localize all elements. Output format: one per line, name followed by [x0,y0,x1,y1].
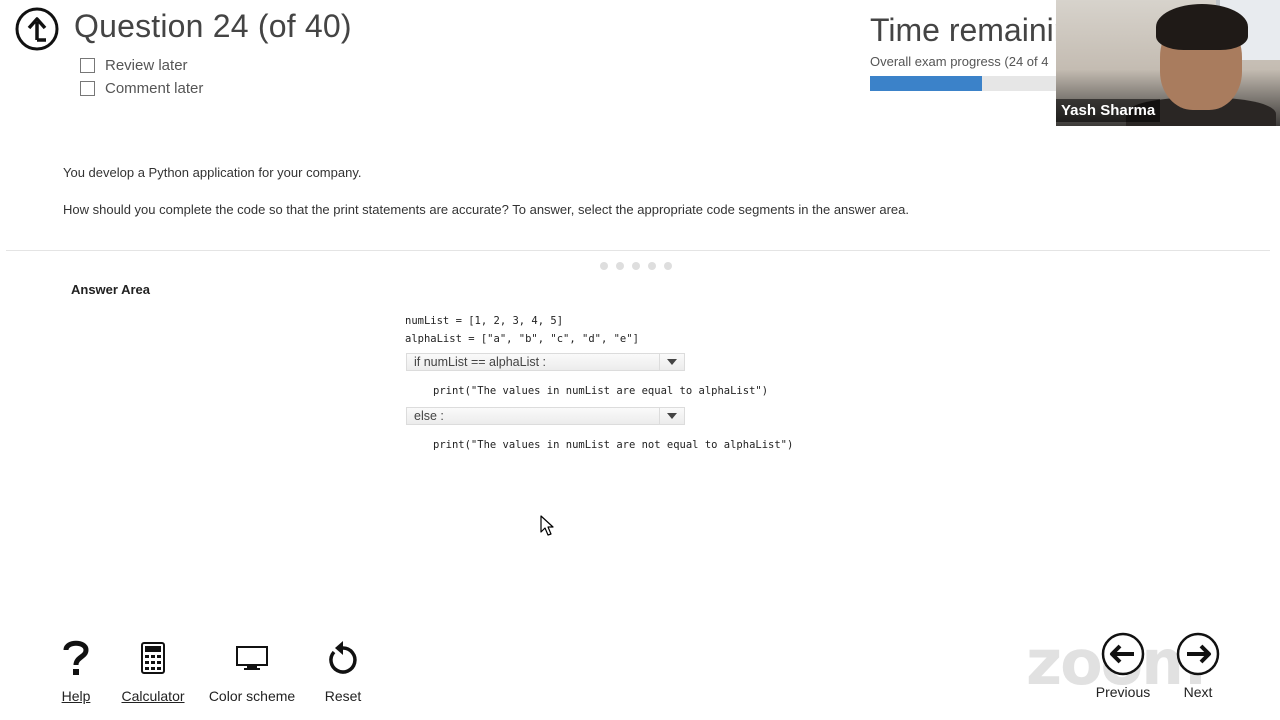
review-later-box[interactable] [80,58,95,73]
code-segment-dropdown-2[interactable]: else : [406,407,685,425]
reset-icon [326,636,360,680]
dropdown-1-value: if numList == alphaList : [414,355,547,369]
dropdown-2-value: else : [414,409,444,423]
calculator-button[interactable]: Calculator [118,636,188,704]
handle-dot [600,262,608,270]
mouse-cursor-icon [540,515,556,542]
comment-later-checkbox[interactable]: Comment later [80,80,203,97]
question-title: Question 24 (of 40) [74,8,352,44]
calculator-label: Calculator [121,688,185,704]
dropdown-2-button[interactable] [659,407,684,425]
previous-label: Previous [1095,684,1151,700]
reset-label: Reset [324,688,362,704]
review-later-checkbox[interactable]: Review later [80,57,188,74]
comment-later-box[interactable] [80,81,95,96]
next-button[interactable]: Next [1172,632,1224,700]
handle-dot [632,262,640,270]
color-scheme-label: Color scheme [208,688,296,704]
exam-progress-bar [870,76,1056,91]
section-divider [6,250,1270,251]
next-label: Next [1183,684,1213,700]
code-line-numlist: numList = [1, 2, 3, 4, 5] [405,315,564,327]
question-text-line1: You develop a Python application for you… [63,165,362,180]
time-remaining-title: Time remainin [870,12,1056,48]
handle-dot [648,262,656,270]
chevron-down-icon [667,413,677,419]
monitor-icon [236,636,268,680]
arrow-right-icon [1176,632,1220,676]
back-arrow-icon[interactable] [14,6,60,52]
code-line-alphalist: alphaList = ["a", "b", "c", "d", "e"] [405,333,639,345]
help-label: Help [61,688,91,704]
help-button[interactable]: Help [58,636,94,704]
calculator-icon [140,636,166,680]
exam-progress-fill [870,76,982,91]
code-line-print-equal: print("The values in numList are equal t… [433,385,769,397]
pane-resize-handle[interactable] [600,262,672,270]
comment-later-label: Comment later [105,80,204,97]
previous-button[interactable]: Previous [1094,632,1152,700]
arrow-left-icon [1101,632,1145,676]
participant-name: Yash Sharma [1056,99,1161,122]
handle-dot [616,262,624,270]
question-text-line2: How should you complete the code so that… [63,202,909,217]
answer-area-label: Answer Area [71,282,150,297]
chevron-down-icon [667,359,677,365]
dropdown-1-button[interactable] [659,353,684,371]
video-person-hair [1156,4,1248,50]
review-later-label: Review later [105,57,188,74]
video-thumbnail[interactable]: Yash Sharma [1056,0,1280,126]
reset-button[interactable]: Reset [318,636,368,704]
handle-dot [664,262,672,270]
question-mark-icon [61,636,91,680]
code-line-print-not-equal: print("The values in numList are not equ… [433,439,794,451]
color-scheme-button[interactable]: Color scheme [206,636,298,704]
code-segment-dropdown-1[interactable]: if numList == alphaList : [406,353,685,371]
exam-progress-text: Overall exam progress (24 of 4 [870,54,1049,69]
